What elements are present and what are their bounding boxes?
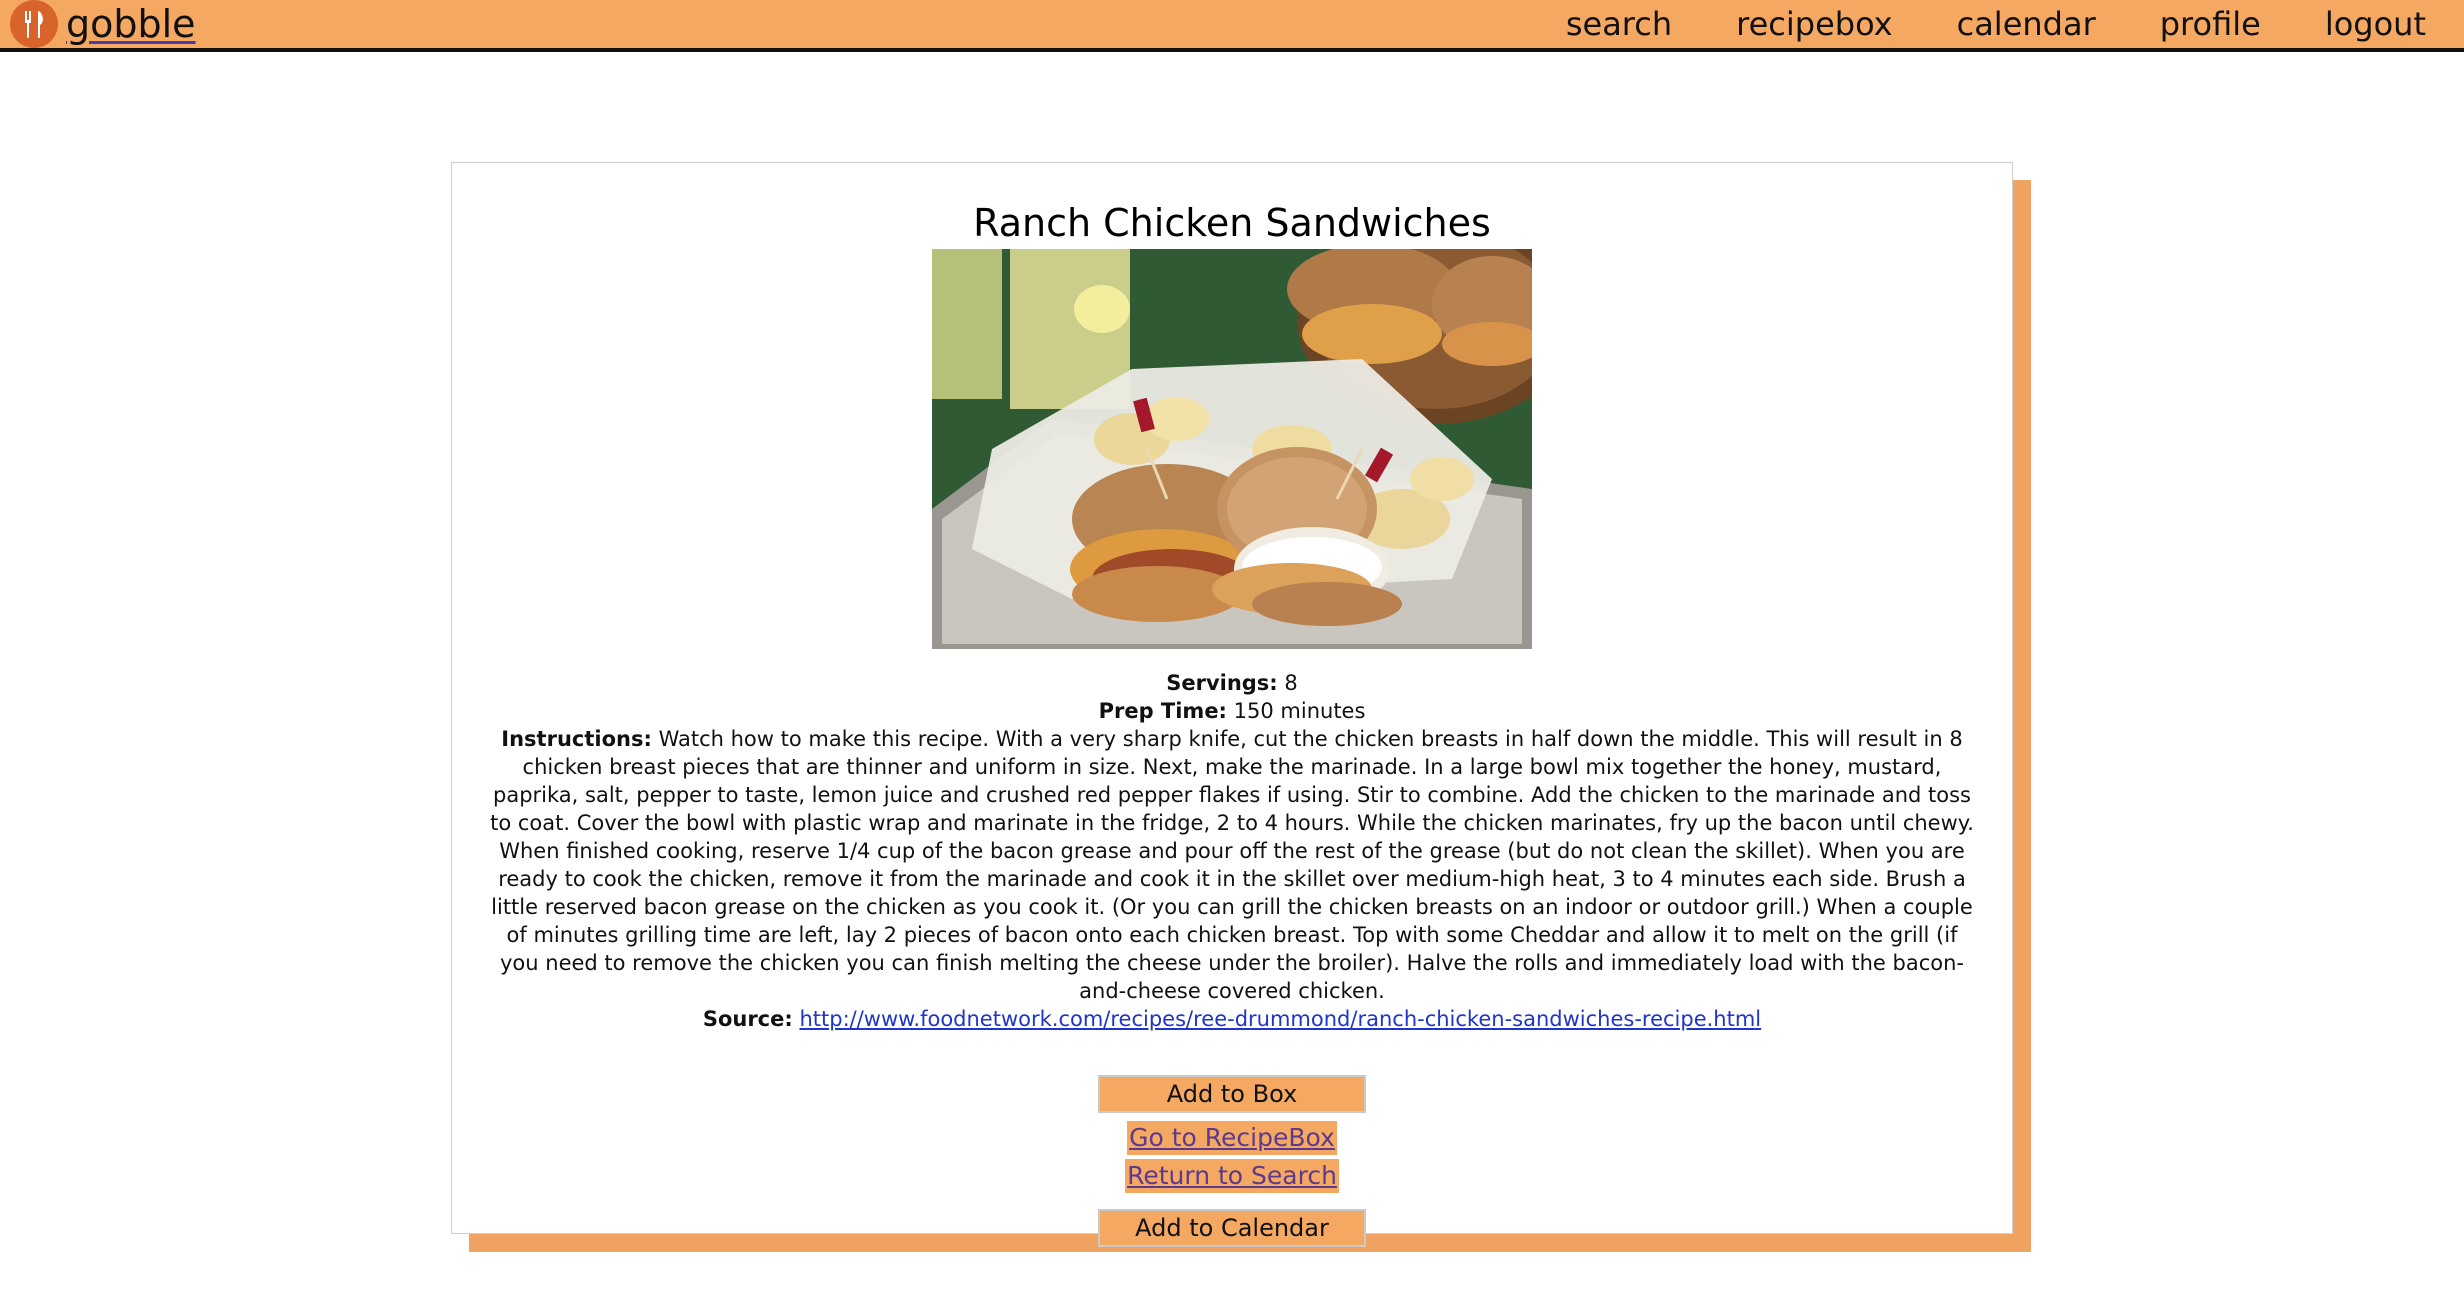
nav-link-calendar[interactable]: calendar bbox=[1957, 5, 2096, 43]
source-link[interactable]: http://www.foodnetwork.com/recipes/ree-d… bbox=[799, 1007, 1761, 1031]
nav-links: search recipebox calendar profile logout bbox=[1502, 0, 2426, 48]
instructions-text: Watch how to make this recipe. With a ve… bbox=[490, 727, 1974, 1003]
nav-link-recipebox[interactable]: recipebox bbox=[1736, 5, 1892, 43]
return-to-search-link[interactable]: Return to Search bbox=[1125, 1159, 1339, 1193]
prep-time-value: 150 minutes bbox=[1233, 699, 1366, 723]
add-to-calendar-button[interactable]: Add to Calendar bbox=[1098, 1209, 1366, 1247]
go-to-recipebox-link[interactable]: Go to RecipeBox bbox=[1127, 1121, 1337, 1155]
source-row: Source: http://www.foodnetwork.com/recip… bbox=[452, 1005, 2012, 1033]
add-to-box-button[interactable]: Add to Box bbox=[1098, 1075, 1366, 1113]
source-label: Source: bbox=[702, 1007, 793, 1031]
servings-label: Servings: bbox=[1166, 671, 1278, 695]
nav-link-logout[interactable]: logout bbox=[2325, 5, 2426, 43]
fork-knife-icon bbox=[10, 0, 58, 48]
brand-home-link[interactable]: gobble bbox=[10, 0, 196, 48]
brand-name: gobble bbox=[66, 2, 196, 46]
recipe-title: Ranch Chicken Sandwiches bbox=[973, 201, 1491, 245]
top-navbar: gobble search recipebox calendar profile… bbox=[0, 0, 2464, 52]
instructions-label: Instructions: bbox=[501, 727, 652, 751]
recipe-photo bbox=[932, 249, 1532, 649]
prep-time-row: Prep Time: 150 minutes bbox=[452, 697, 2012, 725]
prep-time-label: Prep Time: bbox=[1098, 699, 1227, 723]
nav-link-search[interactable]: search bbox=[1566, 5, 1672, 43]
nav-link-profile[interactable]: profile bbox=[2160, 5, 2261, 43]
instructions-row: Instructions: Watch how to make this rec… bbox=[452, 725, 2012, 1005]
servings-value: 8 bbox=[1284, 671, 1298, 695]
recipe-card: Ranch Chicken Sandwiches Servings: 8 Pre… bbox=[451, 162, 2013, 1247]
servings-row: Servings: 8 bbox=[452, 669, 2012, 697]
navigation-links: Go to RecipeBox Return to Search bbox=[452, 1121, 2012, 1197]
